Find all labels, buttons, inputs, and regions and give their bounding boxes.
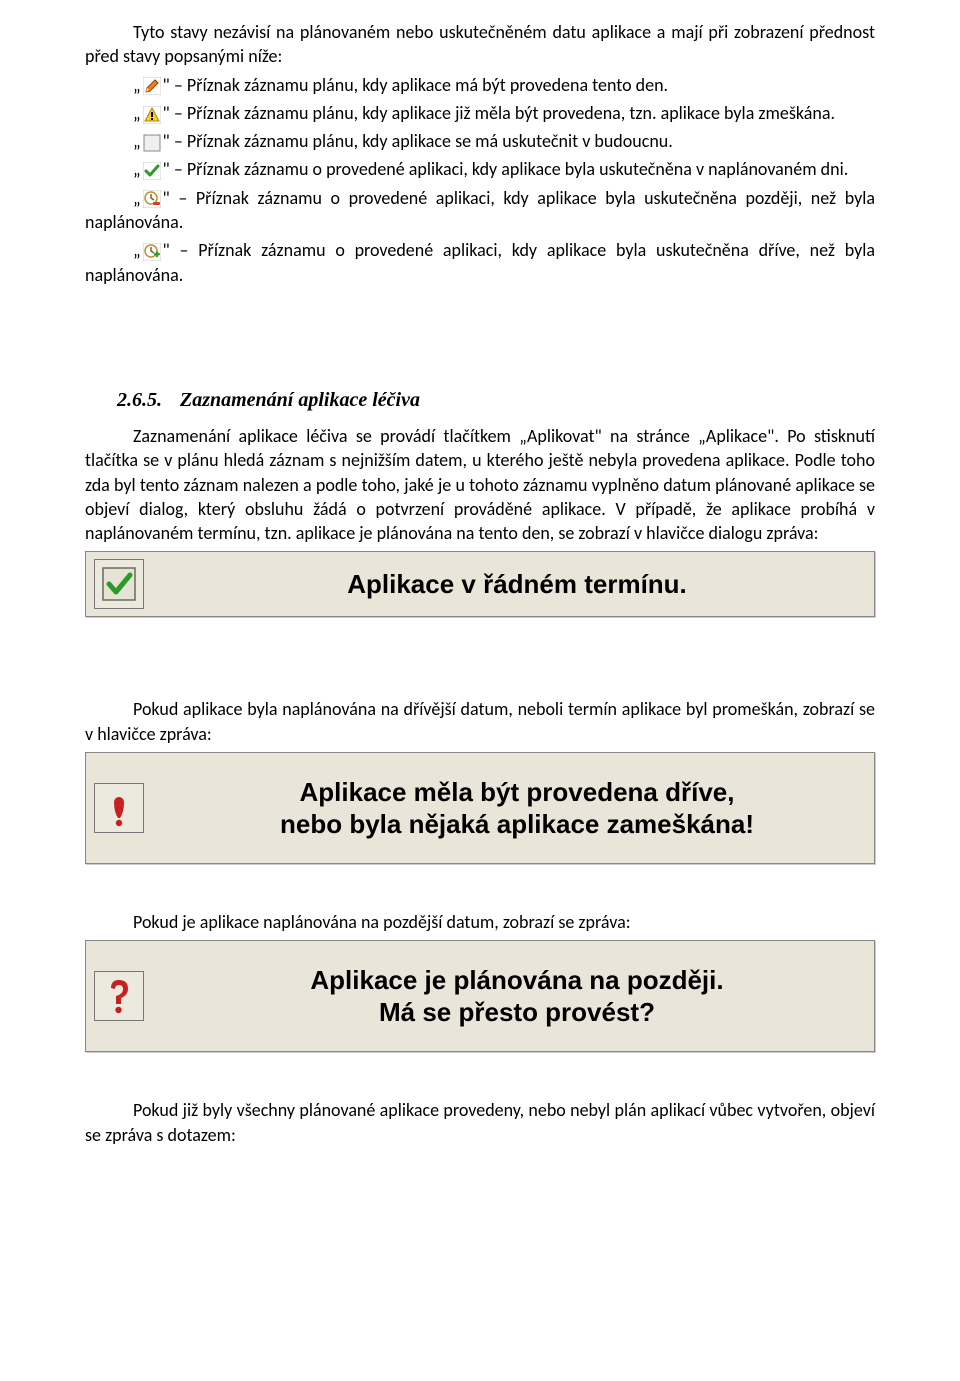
quote-open: „ — [133, 187, 141, 209]
warning-icon — [143, 106, 161, 124]
check-box-icon — [94, 559, 144, 609]
quote-open: „ — [133, 130, 141, 152]
flag-text: " – Příznak záznamu o provedené aplikaci… — [85, 187, 875, 233]
banner-text: Aplikace měla být provedena dříve, nebo … — [168, 776, 866, 841]
quote-open: „ — [133, 158, 141, 180]
banner-later: Aplikace je plánována na později. Má se … — [85, 940, 875, 1052]
quote-open: „ — [133, 102, 141, 124]
after-banner3-text: Pokud již byly všechny plánované aplikac… — [85, 1098, 875, 1147]
section-body: Zaznamenání aplikace léčiva se provádí t… — [85, 424, 875, 545]
clock-minus-icon — [143, 190, 161, 208]
empty-box-icon — [143, 134, 161, 152]
flag-item-5: „ " – Příznak záznamu o provedené aplika… — [85, 186, 875, 235]
banner-line2: nebo byla nějaká aplikace zameškána! — [168, 808, 866, 841]
question-icon — [94, 971, 144, 1021]
section-number: 2.6.5. — [117, 389, 162, 411]
after-banner2-text: Pokud je aplikace naplánována na pozdějš… — [85, 910, 875, 934]
quote-open: „ — [133, 74, 141, 96]
check-icon — [143, 162, 161, 180]
banner-line1: Aplikace měla být provedena dříve, — [168, 776, 866, 809]
pencil-icon — [143, 77, 161, 95]
flag-text: " – Příznak záznamu plánu, kdy aplikace … — [163, 74, 669, 96]
banner-line1: Aplikace je plánována na později. — [168, 964, 866, 997]
flag-item-2: „ " – Příznak záznamu plánu, kdy aplikac… — [85, 101, 875, 125]
quote-open: „ — [133, 239, 141, 261]
banner-line2: Má se přesto provést? — [168, 996, 866, 1029]
banner-ontime: Aplikace v řádném termínu. — [85, 551, 875, 617]
flag-text: " – Příznak záznamu plánu, kdy aplikace … — [163, 130, 673, 152]
flag-text: " – Příznak záznamu plánu, kdy aplikace … — [163, 102, 835, 124]
section-title: Zaznamenání aplikace léčiva — [180, 389, 420, 411]
flag-item-4: „ " – Příznak záznamu o provedené aplika… — [85, 157, 875, 181]
banner-text: Aplikace v řádném termínu. — [168, 568, 866, 601]
flag-item-1: „ " – Příznak záznamu plánu, kdy aplikac… — [85, 73, 875, 97]
intro-paragraph: Tyto stavy nezávisí na plánovaném nebo u… — [85, 20, 875, 69]
exclamation-icon — [94, 783, 144, 833]
flag-text: " – Příznak záznamu o provedené aplikaci… — [85, 239, 875, 285]
clock-plus-icon — [143, 243, 161, 261]
flag-item-6: „ " – Příznak záznamu o provedené aplika… — [85, 238, 875, 287]
flag-text: " – Příznak záznamu o provedené aplikaci… — [163, 158, 849, 180]
flag-item-3: „ " – Příznak záznamu plánu, kdy aplikac… — [85, 129, 875, 153]
section-heading: 2.6.5. Zaznamenání aplikace léčiva — [117, 387, 875, 414]
banner-text: Aplikace je plánována na později. Má se … — [168, 964, 866, 1029]
after-banner1-text: Pokud aplikace byla naplánována na dřívě… — [85, 697, 875, 746]
banner-late: Aplikace měla být provedena dříve, nebo … — [85, 752, 875, 864]
